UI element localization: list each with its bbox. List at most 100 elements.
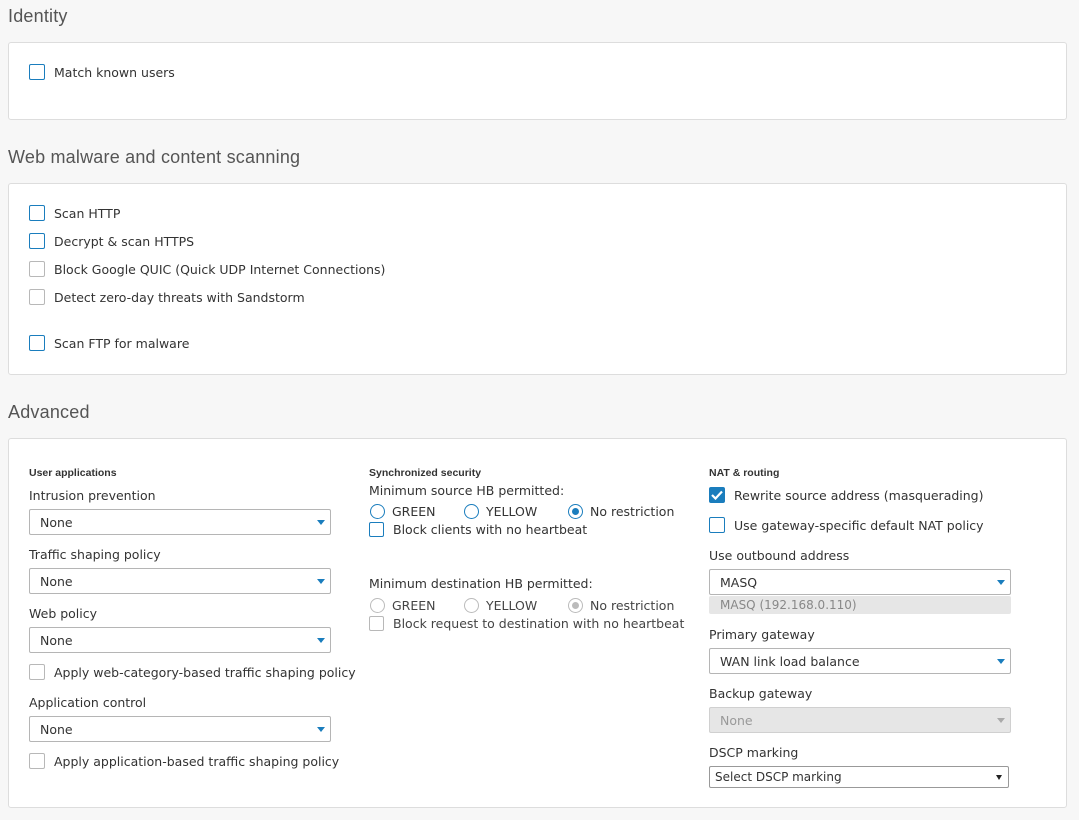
application-control-select[interactable]: None	[29, 716, 331, 742]
block-request-option[interactable]: Block request to destination with no hea…	[369, 616, 684, 631]
block-clients-checkbox[interactable]	[369, 522, 384, 537]
scan-ftp-label: Scan FTP for malware	[54, 335, 190, 351]
source-green-label: GREEN	[392, 504, 436, 519]
chevron-down-icon	[997, 580, 1005, 585]
application-control-label: Application control	[29, 695, 147, 710]
primary-gateway-label: Primary gateway	[709, 627, 815, 642]
dest-no-restriction-option[interactable]: No restriction	[568, 598, 674, 613]
block-quic-label: Block Google QUIC (Quick UDP Internet Co…	[54, 261, 386, 277]
synchronized-security-heading: Synchronized security	[369, 467, 482, 479]
decrypt-https-label: Decrypt & scan HTTPS	[54, 233, 195, 249]
block-clients-option[interactable]: Block clients with no heartbeat	[369, 522, 587, 537]
dest-green-radio[interactable]	[370, 598, 385, 613]
web-category-shaping-label: Apply web-category-based traffic shaping…	[54, 664, 356, 680]
traffic-shaping-value: None	[40, 573, 73, 589]
scan-http-label: Scan HTTP	[54, 205, 121, 221]
min-source-hb-label: Minimum source HB permitted:	[369, 483, 565, 498]
user-applications-heading: User applications	[29, 467, 117, 479]
outbound-address-select[interactable]: MASQ	[709, 569, 1011, 595]
source-green-option[interactable]: GREEN	[370, 504, 464, 519]
checkmark-icon	[711, 490, 723, 500]
source-no-restriction-option[interactable]: No restriction	[568, 504, 674, 519]
intrusion-prevention-value: None	[40, 514, 73, 530]
backup-gateway-value: None	[720, 712, 753, 728]
scan-http-checkbox[interactable]	[29, 205, 45, 221]
decrypt-https-checkbox[interactable]	[29, 233, 45, 249]
chevron-down-icon	[317, 638, 325, 643]
source-yellow-option[interactable]: YELLOW	[464, 504, 568, 519]
match-known-users-option[interactable]: Match known users	[29, 64, 175, 80]
application-control-value: None	[40, 721, 73, 737]
chevron-down-icon	[317, 727, 325, 732]
primary-gateway-select[interactable]: WAN link load balance	[709, 648, 1011, 674]
chevron-down-icon	[997, 659, 1005, 664]
web-category-shaping-checkbox[interactable]	[29, 664, 45, 680]
app-shaping-label: Apply application-based traffic shaping …	[54, 753, 340, 769]
chevron-down-icon	[317, 520, 325, 525]
identity-section-title: Identity	[8, 6, 68, 26]
block-request-label: Block request to destination with no hea…	[393, 616, 685, 631]
source-yellow-label: YELLOW	[486, 504, 538, 519]
dscp-marking-select[interactable]: Select DSCP marking	[709, 766, 1009, 788]
gateway-specific-nat-option[interactable]: Use gateway-specific default NAT policy	[709, 517, 984, 533]
block-quic-checkbox[interactable]	[29, 261, 45, 277]
min-source-hb-radio-group: GREEN YELLOW No restriction	[370, 504, 674, 519]
chevron-down-icon	[997, 718, 1005, 723]
zero-day-option[interactable]: Detect zero-day threats with Sandstorm	[29, 289, 305, 305]
chevron-down-icon	[996, 775, 1002, 780]
advanced-section-title: Advanced	[8, 402, 90, 422]
dest-yellow-radio[interactable]	[464, 598, 479, 613]
dest-yellow-label: YELLOW	[486, 598, 538, 613]
intrusion-prevention-label: Intrusion prevention	[29, 488, 156, 503]
traffic-shaping-select[interactable]: None	[29, 568, 331, 594]
outbound-address-detail: MASQ (192.168.0.110)	[709, 596, 1011, 614]
web-category-shaping-option[interactable]: Apply web-category-based traffic shaping…	[29, 664, 356, 680]
dest-green-label: GREEN	[392, 598, 436, 613]
app-shaping-checkbox[interactable]	[29, 753, 45, 769]
dest-no-restriction-label: No restriction	[590, 598, 675, 613]
gateway-specific-nat-checkbox[interactable]	[709, 517, 725, 533]
scan-ftp-checkbox[interactable]	[29, 335, 45, 351]
advanced-panel: User applications Intrusion prevention N…	[8, 438, 1067, 808]
dest-yellow-option[interactable]: YELLOW	[464, 598, 568, 613]
zero-day-label: Detect zero-day threats with Sandstorm	[54, 289, 305, 305]
min-dest-hb-label: Minimum destination HB permitted:	[369, 576, 593, 591]
match-known-users-label: Match known users	[54, 64, 175, 80]
dest-green-option[interactable]: GREEN	[370, 598, 464, 613]
web-policy-select[interactable]: None	[29, 627, 331, 653]
block-request-checkbox[interactable]	[369, 616, 384, 631]
intrusion-prevention-select[interactable]: None	[29, 509, 331, 535]
source-green-radio[interactable]	[370, 504, 385, 519]
source-no-restriction-radio[interactable]	[568, 504, 583, 519]
block-clients-label: Block clients with no heartbeat	[393, 522, 588, 537]
web-policy-value: None	[40, 632, 73, 648]
zero-day-checkbox[interactable]	[29, 289, 45, 305]
rewrite-source-checkbox[interactable]	[709, 487, 725, 503]
chevron-down-icon	[317, 579, 325, 584]
scanning-section-title: Web malware and content scanning	[8, 147, 301, 167]
scanning-panel: Scan HTTP Decrypt & scan HTTPS Block Goo…	[8, 183, 1067, 375]
traffic-shaping-label: Traffic shaping policy	[29, 547, 161, 562]
rewrite-source-label: Rewrite source address (masquerading)	[734, 487, 984, 503]
outbound-address-label: Use outbound address	[709, 548, 850, 563]
dest-no-restriction-radio[interactable]	[568, 598, 583, 613]
min-dest-hb-radio-group: GREEN YELLOW No restriction	[370, 598, 674, 613]
rewrite-source-option[interactable]: Rewrite source address (masquerading)	[709, 487, 984, 503]
source-yellow-radio[interactable]	[464, 504, 479, 519]
web-policy-label: Web policy	[29, 606, 98, 621]
gateway-specific-nat-label: Use gateway-specific default NAT policy	[734, 517, 984, 533]
scan-http-option[interactable]: Scan HTTP	[29, 205, 120, 221]
dscp-marking-value: Select DSCP marking	[715, 770, 842, 784]
identity-panel: Match known users	[8, 42, 1067, 120]
match-known-users-checkbox[interactable]	[29, 64, 45, 80]
decrypt-https-option[interactable]: Decrypt & scan HTTPS	[29, 233, 194, 249]
source-no-restriction-label: No restriction	[590, 504, 675, 519]
nat-routing-heading: NAT & routing	[709, 467, 780, 479]
outbound-address-value: MASQ	[720, 574, 758, 590]
block-quic-option[interactable]: Block Google QUIC (Quick UDP Internet Co…	[29, 261, 385, 277]
primary-gateway-value: WAN link load balance	[720, 653, 860, 669]
dscp-marking-label: DSCP marking	[709, 745, 799, 760]
app-shaping-option[interactable]: Apply application-based traffic shaping …	[29, 753, 339, 769]
scan-ftp-option[interactable]: Scan FTP for malware	[29, 335, 189, 351]
backup-gateway-label: Backup gateway	[709, 686, 813, 701]
